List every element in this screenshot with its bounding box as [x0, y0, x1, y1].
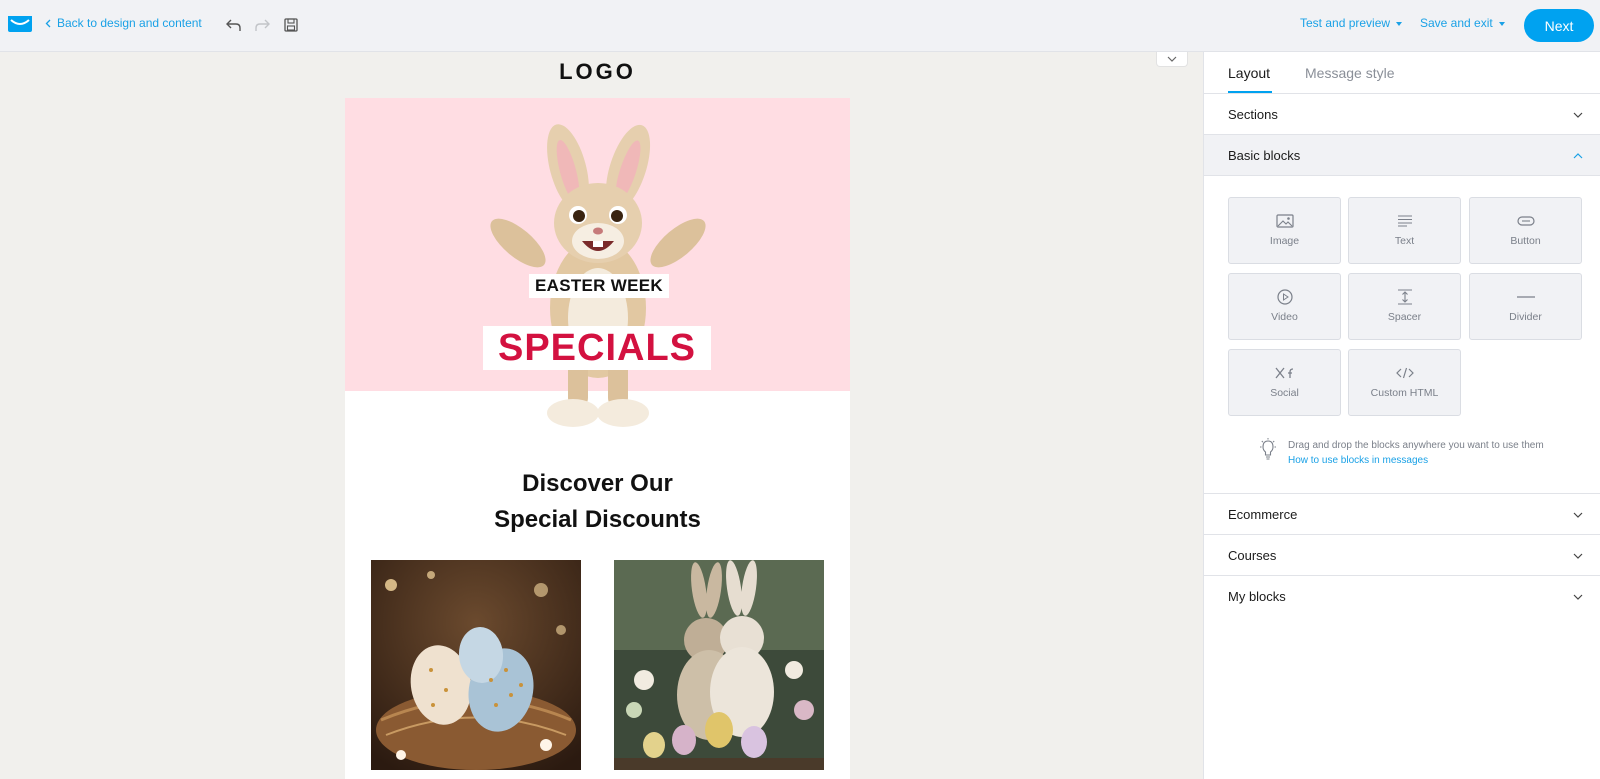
bunny-figurines-photo[interactable] [614, 560, 824, 770]
block-custom-html-label: Custom HTML [1370, 387, 1439, 399]
next-button[interactable]: Next [1524, 9, 1594, 42]
basic-blocks-label: Basic blocks [1228, 148, 1301, 163]
social-icon [1275, 365, 1295, 381]
divider-icon [1516, 289, 1536, 305]
text-icon [1395, 213, 1415, 229]
chevron-down-icon [1573, 512, 1583, 518]
back-link-label: Back to design and content [57, 16, 202, 30]
accordion-ecommerce[interactable]: Ecommerce [1204, 494, 1600, 535]
right-panel: Layout Message style Sections Basic bloc… [1203, 52, 1600, 779]
block-text[interactable]: Text [1348, 197, 1461, 264]
video-icon [1275, 289, 1295, 305]
courses-label: Courses [1228, 548, 1277, 563]
discover-heading[interactable]: Discover Our Special Discounts [345, 466, 850, 538]
getresponse-logo-icon[interactable] [7, 15, 33, 33]
easter-eggs-photo[interactable] [371, 560, 581, 770]
drag-drop-tip: Drag and drop the blocks anywhere you wa… [1258, 438, 1544, 468]
email-body: EASTER WEEK SPECIALS Discover Our Specia… [345, 98, 850, 779]
block-text-label: Text [1394, 235, 1415, 247]
block-video[interactable]: Video [1228, 273, 1341, 340]
email-logo-text[interactable]: LOGO [345, 59, 850, 85]
block-video-label: Video [1271, 311, 1298, 323]
accordion-basic-blocks[interactable]: Basic blocks [1204, 135, 1600, 176]
accordion-my-blocks[interactable]: My blocks [1204, 576, 1600, 617]
test-and-preview-menu[interactable]: Test and preview [1300, 16, 1403, 30]
back-to-design-link[interactable]: Back to design and content [45, 16, 202, 30]
image-icon [1275, 213, 1295, 229]
heading-line-1: Discover Our [522, 470, 673, 497]
accordion-courses[interactable]: Courses [1204, 535, 1600, 576]
button-icon [1516, 213, 1536, 229]
collapse-toggle[interactable] [1156, 52, 1188, 67]
top-bar: Back to design and content Test and prev… [0, 0, 1600, 52]
tab-message-style[interactable]: Message style [1305, 65, 1394, 81]
spacer-icon [1395, 289, 1415, 305]
save-and-exit-menu[interactable]: Save and exit [1420, 16, 1505, 30]
block-spacer-label: Spacer [1387, 311, 1422, 323]
block-social-label: Social [1270, 387, 1299, 399]
tab-layout[interactable]: Layout [1228, 65, 1270, 81]
code-icon [1395, 365, 1415, 381]
chevron-down-icon [1167, 56, 1177, 62]
heading-line-2: Special Discounts [494, 506, 701, 533]
redo-icon[interactable] [251, 14, 273, 36]
chevron-down-icon [1573, 594, 1583, 600]
block-spacer[interactable]: Spacer [1348, 273, 1461, 340]
block-button[interactable]: Button [1469, 197, 1582, 264]
lightbulb-icon [1260, 438, 1276, 460]
save-icon[interactable] [280, 14, 302, 36]
basic-blocks-grid: Image Text Button Video Spacer Divider S… [1204, 176, 1600, 494]
accordion-sections[interactable]: Sections [1204, 94, 1600, 135]
caret-down-icon [1498, 21, 1505, 26]
my-blocks-label: My blocks [1228, 589, 1286, 604]
block-button-label: Button [1510, 235, 1541, 247]
hero-line-specials[interactable]: SPECIALS [483, 326, 711, 370]
block-custom-html[interactable]: Custom HTML [1348, 349, 1461, 416]
tip-text: Drag and drop the blocks anywhere you wa… [1288, 440, 1544, 451]
block-image[interactable]: Image [1228, 197, 1341, 264]
test-preview-label: Test and preview [1300, 16, 1391, 30]
block-image-label: Image [1269, 235, 1300, 247]
ecommerce-label: Ecommerce [1228, 507, 1298, 522]
sections-label: Sections [1228, 107, 1278, 122]
email-canvas: LOGO EASTER WEEK SPECIALS Discover Our S… [0, 52, 1202, 779]
block-divider[interactable]: Divider [1469, 273, 1582, 340]
chevron-up-icon [1573, 153, 1583, 159]
how-to-use-blocks-link[interactable]: How to use blocks in messages [1288, 453, 1544, 468]
chevron-down-icon [1573, 553, 1583, 559]
block-divider-label: Divider [1509, 311, 1542, 323]
chevron-down-icon [1573, 112, 1583, 118]
panel-tabs: Layout Message style [1204, 52, 1600, 94]
chevron-left-icon [45, 19, 51, 27]
undo-icon[interactable] [223, 14, 245, 36]
hero-line-easter-week[interactable]: EASTER WEEK [529, 274, 669, 298]
save-exit-label: Save and exit [1420, 16, 1493, 30]
caret-down-icon [1396, 21, 1403, 26]
active-tab-indicator [1228, 91, 1272, 93]
block-social[interactable]: Social [1228, 349, 1341, 416]
